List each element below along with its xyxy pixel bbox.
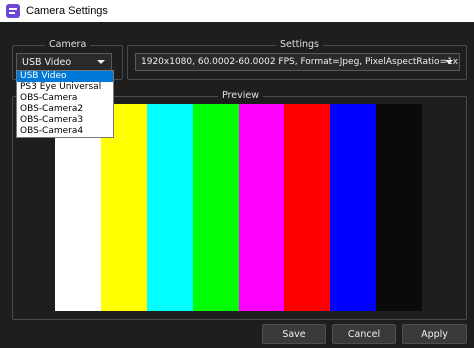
- apply-button[interactable]: Apply: [402, 324, 467, 344]
- camera-option-usb-video[interactable]: USB Video: [17, 71, 113, 82]
- chevron-down-icon: [97, 60, 105, 64]
- save-button[interactable]: Save: [262, 324, 326, 344]
- title-bar: Camera Settings: [0, 0, 474, 22]
- camera-group-label: Camera: [45, 39, 91, 51]
- chevron-down-icon: [445, 60, 453, 64]
- color-bar: [238, 104, 285, 311]
- settings-select[interactable]: 1920x1080, 60.0002-60.0002 FPS, Format=J…: [135, 53, 460, 71]
- camera-dropdown-list: USB Video PS3 Eye Universal OBS-Camera O…: [16, 70, 114, 138]
- settings-group-label: Settings: [276, 39, 323, 51]
- color-bar: [330, 104, 377, 311]
- preview-group-label: Preview: [218, 90, 263, 102]
- color-bar: [284, 104, 331, 311]
- window-title: Camera Settings: [26, 5, 108, 17]
- camera-option-obs-camera4[interactable]: OBS-Camera4: [17, 126, 113, 137]
- camera-option-obs-camera[interactable]: OBS-Camera: [17, 93, 113, 104]
- settings-select-value: 1920x1080, 60.0002-60.0002 FPS, Format=J…: [141, 57, 460, 67]
- cancel-button[interactable]: Cancel: [332, 324, 396, 344]
- camera-option-ps3-eye[interactable]: PS3 Eye Universal: [17, 82, 113, 93]
- color-bar: [146, 104, 193, 311]
- color-bar: [376, 104, 422, 311]
- camera-select[interactable]: USB Video: [16, 53, 112, 71]
- camera-option-obs-camera3[interactable]: OBS-Camera3: [17, 115, 113, 126]
- camera-option-obs-camera2[interactable]: OBS-Camera2: [17, 104, 113, 115]
- app-icon: [6, 4, 20, 18]
- camera-select-value: USB Video: [22, 56, 72, 68]
- color-bar: [192, 104, 239, 311]
